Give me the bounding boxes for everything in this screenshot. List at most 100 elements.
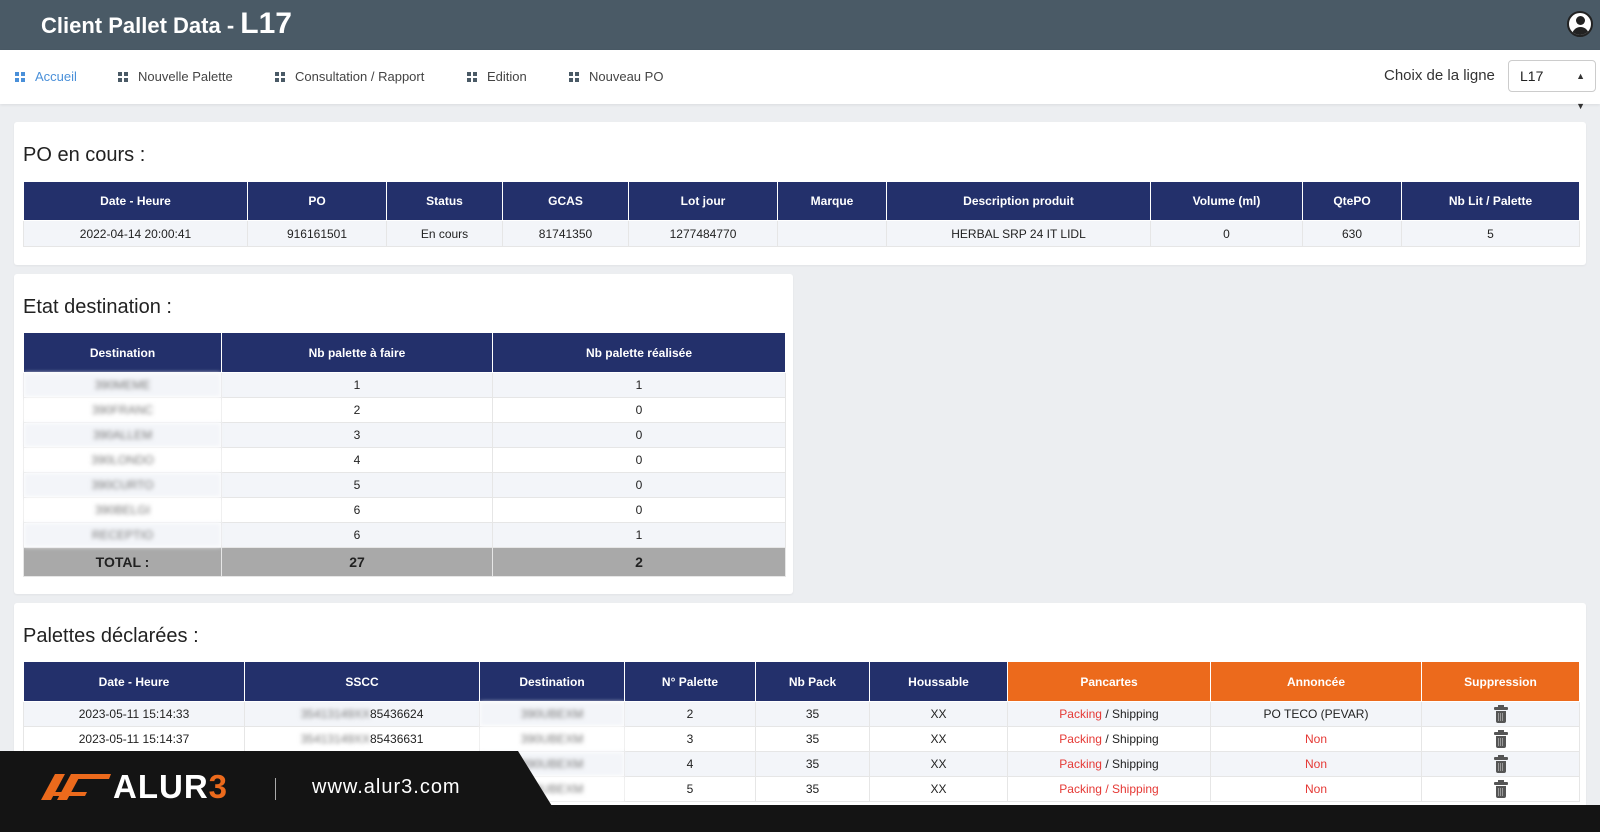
pancarte-separator: / — [1105, 707, 1109, 721]
cell-annoncee: Non — [1210, 726, 1422, 752]
cell-realisee: 1 — [492, 372, 786, 398]
website-url: www.alur3.com — [312, 776, 461, 798]
logo-text: ALUR3 — [113, 768, 229, 805]
cell-num: 2 — [624, 701, 756, 727]
nav-edition[interactable]: Edition — [467, 69, 527, 84]
current-line: L17 — [240, 7, 292, 40]
col-nb-pack: Nb Pack — [755, 661, 870, 702]
grid-icon — [569, 71, 579, 82]
cell-realisee: 0 — [492, 472, 786, 498]
cell-qtepo: 630 — [1302, 220, 1402, 247]
total-realisee: 2 — [492, 547, 786, 577]
trash-icon[interactable] — [1493, 754, 1508, 773]
col-suppression: Suppression — [1421, 661, 1580, 702]
nav-nouvelle-palette-label: Nouvelle Palette — [138, 69, 233, 84]
nav-nouveau-po[interactable]: Nouveau PO — [569, 69, 663, 84]
col-qtepo: QtePO — [1302, 181, 1402, 221]
cell-suppression — [1421, 701, 1580, 727]
cell-annoncee: Non — [1210, 776, 1422, 802]
packing-link[interactable]: Packing — [1059, 707, 1102, 721]
alur3-logo: ALUR3 — [41, 768, 229, 805]
grid-icon — [275, 71, 285, 82]
cell-suppression — [1421, 751, 1580, 777]
table-row: 390BELGI 6 0 — [23, 497, 786, 523]
cell-realisee: 0 — [492, 422, 786, 448]
cell-houssable: XX — [869, 701, 1008, 727]
cell-sscc: 35413149XX85436624 — [244, 701, 480, 727]
table-row: 390CURTO 5 0 — [23, 472, 786, 498]
table-row: 2023-05-11 15:14:33 35413149XX85436624 3… — [23, 701, 1580, 727]
shipping-link[interactable]: Shipping — [1112, 757, 1159, 771]
col-nb-lit: Nb Lit / Palette — [1401, 181, 1580, 221]
cell-suppression — [1421, 776, 1580, 802]
sscc-prefix: 35413149XX — [300, 732, 370, 746]
packing-link[interactable]: Packing — [1059, 782, 1102, 796]
table-row: 2023-05-11 15:14:37 35413149XX85436631 3… — [23, 726, 1580, 752]
packing-link[interactable]: Packing — [1059, 757, 1102, 771]
col-destination: Destination — [479, 661, 625, 702]
cell-status: En cours — [386, 220, 503, 247]
line-select[interactable]: L17 ▲ ▼ — [1508, 60, 1596, 111]
shipping-link[interactable]: Shipping — [1112, 732, 1159, 746]
total-label: TOTAL : — [23, 547, 222, 577]
cell-pancartes: Packing / Shipping — [1007, 701, 1211, 727]
cell-num: 5 — [624, 776, 756, 802]
col-sscc: SSCC — [244, 661, 480, 702]
shipping-link[interactable]: Shipping — [1112, 707, 1159, 721]
grid-icon — [467, 71, 477, 82]
cell-nb-lit: 5 — [1401, 220, 1580, 247]
table-row: 390MEME 1 1 — [23, 372, 786, 398]
col-houssable: Houssable — [869, 661, 1008, 702]
nav-edition-label: Edition — [487, 69, 527, 84]
cell-destination: 390CURTO — [23, 472, 222, 498]
cell-destination: 390FRANC — [23, 397, 222, 423]
col-pancartes: Pancartes — [1007, 661, 1211, 702]
cell-destination: RECEPTIO — [23, 522, 222, 548]
brand-divider — [275, 778, 276, 800]
sscc-suffix: 85436631 — [370, 732, 424, 746]
cell-pancartes: Packing / Shipping — [1007, 776, 1211, 802]
col-destination: Destination — [23, 332, 222, 373]
cell-realisee: 1 — [492, 522, 786, 548]
line-select-value: L17 — [1520, 68, 1544, 84]
cell-a-faire: 3 — [221, 422, 493, 448]
cell-destination: 390ALLEM — [23, 422, 222, 448]
total-a-faire: 27 — [221, 547, 493, 577]
nav-accueil[interactable]: Accueil — [15, 69, 77, 84]
trash-icon[interactable] — [1493, 704, 1508, 723]
cell-pack: 35 — [755, 701, 870, 727]
nav-consultation-rapport[interactable]: Consultation / Rapport — [275, 69, 424, 84]
cell-destination: 390MEME — [23, 372, 222, 398]
nav-nouveau-po-label: Nouveau PO — [589, 69, 664, 84]
cell-destination: 390LONDO — [23, 447, 222, 473]
cell-a-faire: 2 — [221, 397, 493, 423]
packing-link[interactable]: Packing — [1059, 732, 1102, 746]
cell-description: HERBAL SRP 24 IT LIDL — [886, 220, 1151, 247]
nav-accueil-label: Accueil — [35, 69, 77, 84]
col-description: Description produit — [886, 181, 1151, 221]
pancarte-separator: / — [1105, 757, 1109, 771]
po-table: Date - Heure PO Status GCAS Lot jour Mar… — [23, 181, 1580, 247]
col-gcas: GCAS — [502, 181, 629, 221]
table-row: 390LONDO 4 0 — [23, 447, 786, 473]
cell-volume: 0 — [1150, 220, 1303, 247]
cell-suppression — [1421, 726, 1580, 752]
app-title: Client Pallet Data - L17 — [41, 7, 292, 40]
cell-po: 916161501 — [247, 220, 387, 247]
cell-sscc: 35413149XX85436631 — [244, 726, 480, 752]
trash-icon[interactable] — [1493, 729, 1508, 748]
col-po: PO — [247, 181, 387, 221]
col-nb-a-faire: Nb palette à faire — [221, 332, 493, 373]
cell-houssable: XX — [869, 751, 1008, 777]
cell-a-faire: 5 — [221, 472, 493, 498]
nav-nouvelle-palette[interactable]: Nouvelle Palette — [118, 69, 233, 84]
table-row: RECEPTIO 6 1 — [23, 522, 786, 548]
sscc-prefix: 35413149XX — [300, 707, 370, 721]
shipping-link[interactable]: Shipping — [1112, 782, 1159, 796]
cell-destination: 390UBEXM — [479, 726, 625, 752]
trash-icon[interactable] — [1493, 779, 1508, 798]
cell-pancartes: Packing / Shipping — [1007, 726, 1211, 752]
nav-consultation-label: Consultation / Rapport — [295, 69, 425, 84]
col-lot-jour: Lot jour — [628, 181, 778, 221]
user-icon[interactable] — [1567, 11, 1593, 37]
